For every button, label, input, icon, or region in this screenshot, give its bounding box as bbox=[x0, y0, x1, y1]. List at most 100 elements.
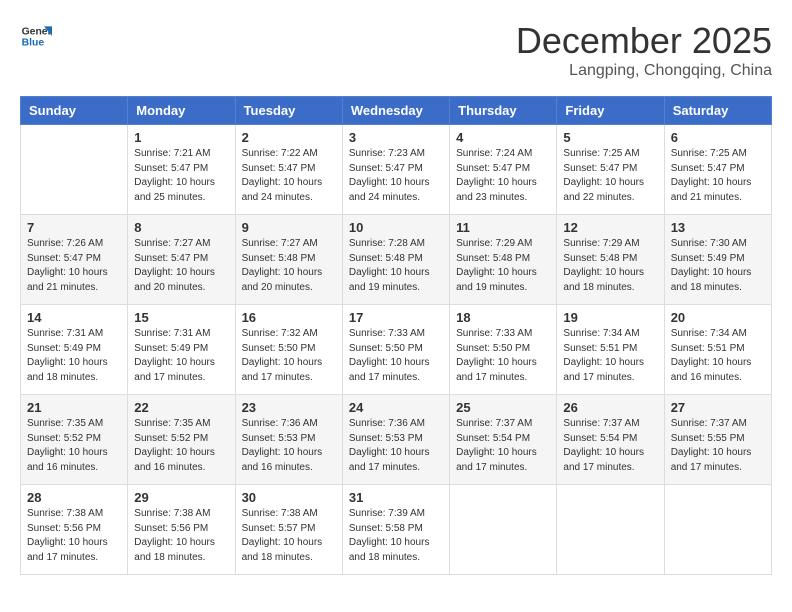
day-number: 6 bbox=[671, 130, 765, 145]
calendar-week-row: 28 Sunrise: 7:38 AM Sunset: 5:56 PM Dayli… bbox=[21, 485, 772, 575]
cell-info: Sunrise: 7:34 AM Sunset: 5:51 PM Dayligh… bbox=[563, 327, 657, 385]
calendar-cell: 17Sunrise: 7:33 AM Sunset: 5:50 PM Dayli… bbox=[342, 305, 449, 395]
calendar-cell: 30 Sunrise: 7:38 AM Sunset: 5:57 PM Dayli… bbox=[235, 485, 342, 575]
day-number: 2 bbox=[242, 130, 336, 145]
calendar-week-row: 21 Sunrise: 7:35 AM Sunset: 5:52 PM Dayli… bbox=[21, 395, 772, 485]
cell-info: Sunrise: 7:38 AM Sunset: 5:56 PM Dayligh… bbox=[27, 507, 121, 565]
day-of-week-header: Saturday bbox=[664, 97, 771, 125]
calendar-cell: 16 Sunrise: 7:32 AM Sunset: 5:50 PM Dayli… bbox=[235, 305, 342, 395]
cell-info: Sunrise: 7:30 AM Sunset: 5:49 PM Dayligh… bbox=[671, 237, 765, 295]
calendar-cell: 21 Sunrise: 7:35 AM Sunset: 5:52 PM Dayli… bbox=[21, 395, 128, 485]
calendar-cell: 9Sunrise: 7:27 AM Sunset: 5:48 PM Daylig… bbox=[235, 215, 342, 305]
calendar-cell: 23 Sunrise: 7:36 AM Sunset: 5:53 PM Dayli… bbox=[235, 395, 342, 485]
page-header: General Blue December 2025 Langping, Cho… bbox=[20, 20, 772, 80]
cell-info: Sunrise: 7:36 AM Sunset: 5:53 PM Dayligh… bbox=[242, 417, 336, 475]
day-of-week-header: Monday bbox=[128, 97, 235, 125]
calendar-cell: 15 Sunrise: 7:31 AM Sunset: 5:49 PM Dayli… bbox=[128, 305, 235, 395]
cell-info: Sunrise: 7:38 AM Sunset: 5:57 PM Dayligh… bbox=[242, 507, 336, 565]
location: Langping, Chongqing, China bbox=[516, 62, 772, 80]
cell-info: Sunrise: 7:21 AM Sunset: 5:47 PM Dayligh… bbox=[134, 147, 228, 205]
calendar-cell: 10 Sunrise: 7:28 AM Sunset: 5:48 PM Dayli… bbox=[342, 215, 449, 305]
calendar-cell bbox=[21, 125, 128, 215]
cell-info: Sunrise: 7:35 AM Sunset: 5:52 PM Dayligh… bbox=[134, 417, 228, 475]
cell-info: Sunrise: 7:34 AM Sunset: 5:51 PM Dayligh… bbox=[671, 327, 765, 385]
cell-info: Sunrise: 7:25 AM Sunset: 5:47 PM Dayligh… bbox=[563, 147, 657, 205]
day-number: 18 bbox=[456, 310, 550, 325]
calendar-table: SundayMondayTuesdayWednesdayThursdayFrid… bbox=[20, 96, 772, 575]
calendar-header-row: SundayMondayTuesdayWednesdayThursdayFrid… bbox=[21, 97, 772, 125]
calendar-cell: 3 Sunrise: 7:23 AM Sunset: 5:47 PM Daylig… bbox=[342, 125, 449, 215]
day-number: 10 bbox=[349, 220, 443, 235]
day-of-week-header: Tuesday bbox=[235, 97, 342, 125]
svg-text:Blue: Blue bbox=[22, 38, 45, 49]
calendar-cell: 6 Sunrise: 7:25 AM Sunset: 5:47 PM Daylig… bbox=[664, 125, 771, 215]
calendar-week-row: 7Sunrise: 7:26 AM Sunset: 5:47 PM Daylig… bbox=[21, 215, 772, 305]
cell-info: Sunrise: 7:31 AM Sunset: 5:49 PM Dayligh… bbox=[134, 327, 228, 385]
day-number: 3 bbox=[349, 130, 443, 145]
calendar-cell: 1 Sunrise: 7:21 AM Sunset: 5:47 PM Daylig… bbox=[128, 125, 235, 215]
day-number: 22 bbox=[134, 400, 228, 415]
day-number: 11 bbox=[456, 220, 550, 235]
cell-info: Sunrise: 7:28 AM Sunset: 5:48 PM Dayligh… bbox=[349, 237, 443, 295]
title-block: December 2025 Langping, Chongqing, China bbox=[516, 20, 772, 80]
calendar-cell: 4Sunrise: 7:24 AM Sunset: 5:47 PM Daylig… bbox=[450, 125, 557, 215]
calendar-cell bbox=[450, 485, 557, 575]
day-number: 17 bbox=[349, 310, 443, 325]
calendar-cell bbox=[557, 485, 664, 575]
cell-info: Sunrise: 7:37 AM Sunset: 5:54 PM Dayligh… bbox=[563, 417, 657, 475]
calendar-cell: 19 Sunrise: 7:34 AM Sunset: 5:51 PM Dayli… bbox=[557, 305, 664, 395]
day-number: 14 bbox=[27, 310, 121, 325]
cell-info: Sunrise: 7:35 AM Sunset: 5:52 PM Dayligh… bbox=[27, 417, 121, 475]
day-number: 29 bbox=[134, 490, 228, 505]
day-number: 1 bbox=[134, 130, 228, 145]
day-number: 8 bbox=[134, 220, 228, 235]
day-number: 16 bbox=[242, 310, 336, 325]
day-number: 28 bbox=[27, 490, 121, 505]
day-number: 31 bbox=[349, 490, 443, 505]
day-number: 4 bbox=[456, 130, 550, 145]
cell-info: Sunrise: 7:25 AM Sunset: 5:47 PM Dayligh… bbox=[671, 147, 765, 205]
day-number: 24 bbox=[349, 400, 443, 415]
day-number: 13 bbox=[671, 220, 765, 235]
cell-info: Sunrise: 7:37 AM Sunset: 5:54 PM Dayligh… bbox=[456, 417, 550, 475]
day-number: 15 bbox=[134, 310, 228, 325]
day-of-week-header: Thursday bbox=[450, 97, 557, 125]
calendar-week-row: 1 Sunrise: 7:21 AM Sunset: 5:47 PM Daylig… bbox=[21, 125, 772, 215]
calendar-cell: 5 Sunrise: 7:25 AM Sunset: 5:47 PM Daylig… bbox=[557, 125, 664, 215]
day-number: 7 bbox=[27, 220, 121, 235]
calendar-cell: 31 Sunrise: 7:39 AM Sunset: 5:58 PM Dayli… bbox=[342, 485, 449, 575]
day-number: 21 bbox=[27, 400, 121, 415]
calendar-cell: 29 Sunrise: 7:38 AM Sunset: 5:56 PM Dayli… bbox=[128, 485, 235, 575]
calendar-cell: 13 Sunrise: 7:30 AM Sunset: 5:49 PM Dayli… bbox=[664, 215, 771, 305]
day-of-week-header: Wednesday bbox=[342, 97, 449, 125]
calendar-cell: 8Sunrise: 7:27 AM Sunset: 5:47 PM Daylig… bbox=[128, 215, 235, 305]
calendar-cell bbox=[664, 485, 771, 575]
calendar-cell: 27Sunrise: 7:37 AM Sunset: 5:55 PM Dayli… bbox=[664, 395, 771, 485]
day-number: 30 bbox=[242, 490, 336, 505]
cell-info: Sunrise: 7:22 AM Sunset: 5:47 PM Dayligh… bbox=[242, 147, 336, 205]
calendar-cell: 11Sunrise: 7:29 AM Sunset: 5:48 PM Dayli… bbox=[450, 215, 557, 305]
cell-info: Sunrise: 7:37 AM Sunset: 5:55 PM Dayligh… bbox=[671, 417, 765, 475]
cell-info: Sunrise: 7:23 AM Sunset: 5:47 PM Dayligh… bbox=[349, 147, 443, 205]
cell-info: Sunrise: 7:31 AM Sunset: 5:49 PM Dayligh… bbox=[27, 327, 121, 385]
cell-info: Sunrise: 7:32 AM Sunset: 5:50 PM Dayligh… bbox=[242, 327, 336, 385]
calendar-cell: 2 Sunrise: 7:22 AM Sunset: 5:47 PM Daylig… bbox=[235, 125, 342, 215]
day-of-week-header: Sunday bbox=[21, 97, 128, 125]
cell-info: Sunrise: 7:33 AM Sunset: 5:50 PM Dayligh… bbox=[456, 327, 550, 385]
calendar-cell: 14 Sunrise: 7:31 AM Sunset: 5:49 PM Dayli… bbox=[21, 305, 128, 395]
day-number: 20 bbox=[671, 310, 765, 325]
calendar-cell: 25 Sunrise: 7:37 AM Sunset: 5:54 PM Dayli… bbox=[450, 395, 557, 485]
day-number: 25 bbox=[456, 400, 550, 415]
day-number: 19 bbox=[563, 310, 657, 325]
cell-info: Sunrise: 7:38 AM Sunset: 5:56 PM Dayligh… bbox=[134, 507, 228, 565]
calendar-cell: 28 Sunrise: 7:38 AM Sunset: 5:56 PM Dayli… bbox=[21, 485, 128, 575]
calendar-cell: 18 Sunrise: 7:33 AM Sunset: 5:50 PM Dayli… bbox=[450, 305, 557, 395]
calendar-cell: 12Sunrise: 7:29 AM Sunset: 5:48 PM Dayli… bbox=[557, 215, 664, 305]
cell-info: Sunrise: 7:27 AM Sunset: 5:48 PM Dayligh… bbox=[242, 237, 336, 295]
cell-info: Sunrise: 7:29 AM Sunset: 5:48 PM Dayligh… bbox=[563, 237, 657, 295]
cell-info: Sunrise: 7:39 AM Sunset: 5:58 PM Dayligh… bbox=[349, 507, 443, 565]
day-number: 5 bbox=[563, 130, 657, 145]
logo-icon: General Blue bbox=[20, 20, 52, 52]
calendar-week-row: 14 Sunrise: 7:31 AM Sunset: 5:49 PM Dayli… bbox=[21, 305, 772, 395]
day-number: 23 bbox=[242, 400, 336, 415]
